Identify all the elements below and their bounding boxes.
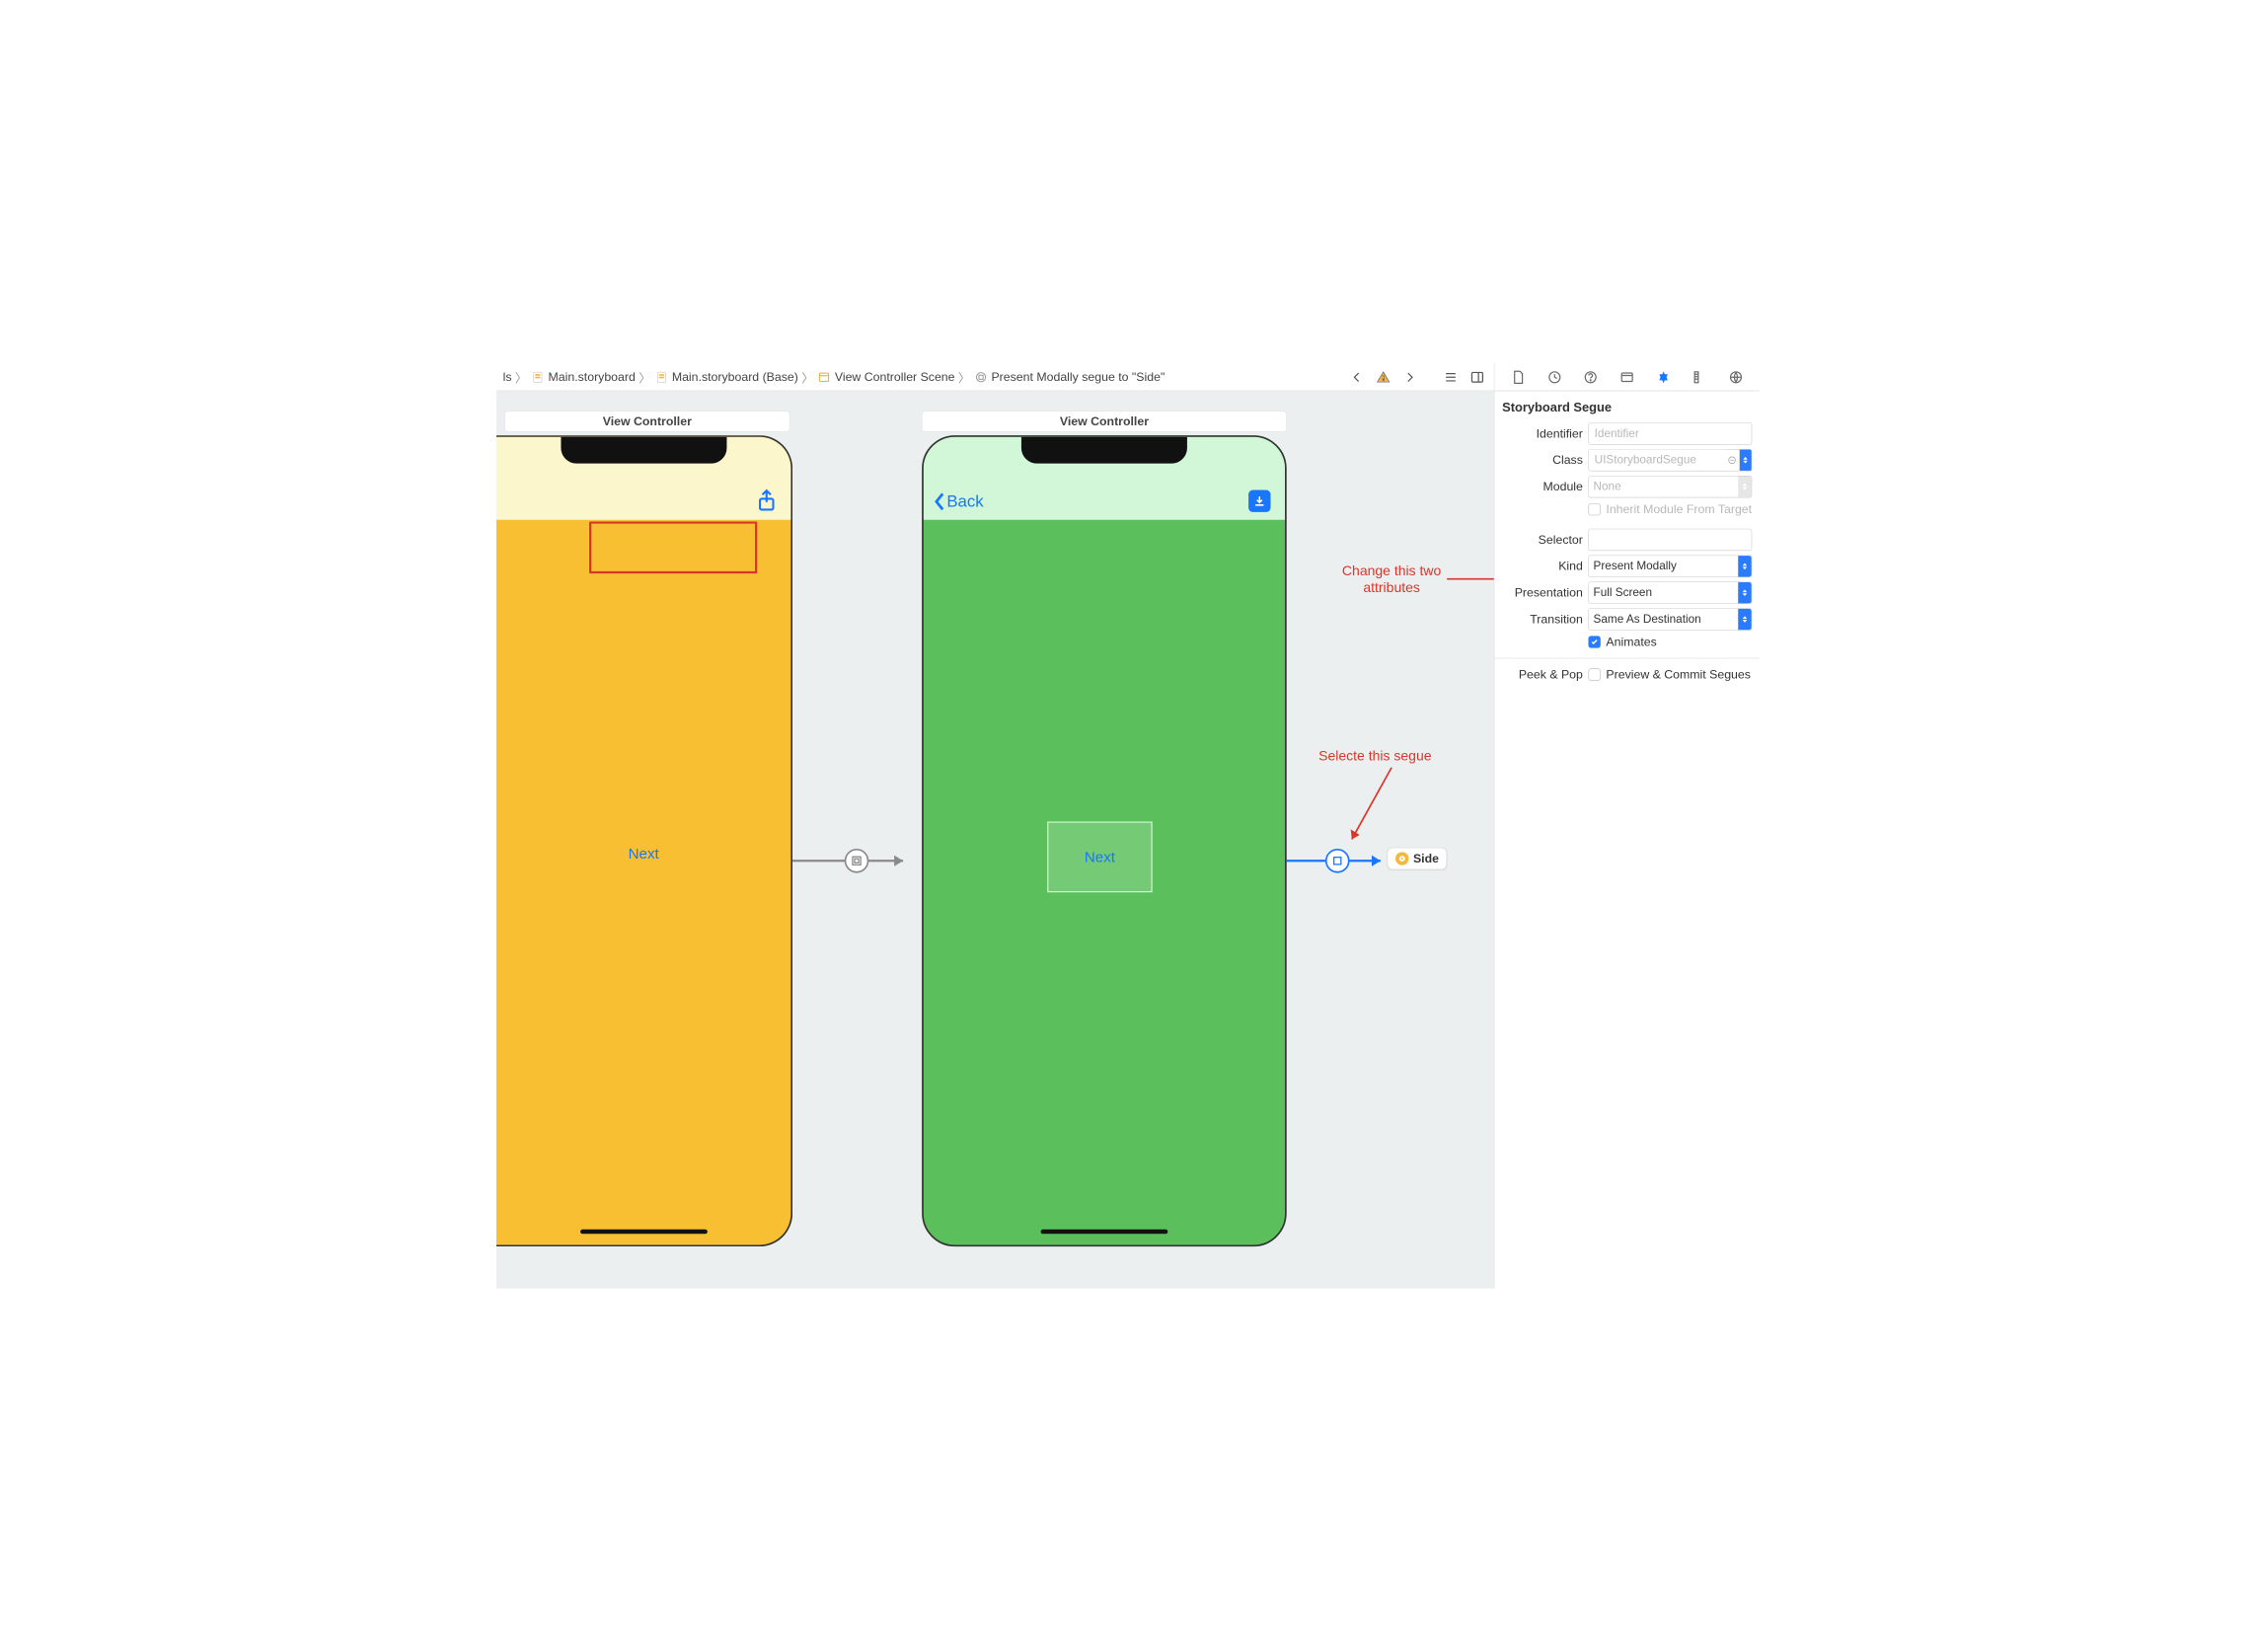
identifier-input[interactable] bbox=[1588, 422, 1752, 444]
next-button[interactable] bbox=[1400, 367, 1420, 387]
transition-select[interactable]: Same As Destination bbox=[1588, 608, 1752, 630]
inherit-module-checkbox: Inherit Module From Target bbox=[1588, 502, 1752, 517]
warning-icon[interactable] bbox=[1374, 367, 1393, 387]
module-select[interactable]: None bbox=[1588, 476, 1752, 497]
annotation-top: Change this two attributes bbox=[1331, 563, 1453, 597]
back-label: Back bbox=[946, 492, 983, 511]
inspector-panel: Storyboard Segue Identifier Class Module… bbox=[1494, 363, 1760, 1288]
inspector-tabs bbox=[1494, 363, 1760, 391]
breadcrumb-item[interactable]: ls bbox=[503, 370, 512, 385]
device-notch bbox=[1021, 437, 1187, 464]
next-button-label: Next bbox=[1085, 849, 1115, 865]
share-icon[interactable] bbox=[757, 488, 777, 513]
class-dropdown-button[interactable] bbox=[1739, 449, 1752, 471]
transition-label: Transition bbox=[1494, 612, 1583, 627]
breadcrumb-item[interactable]: View Controller Scene bbox=[835, 370, 955, 385]
identity-inspector-tab[interactable] bbox=[1617, 367, 1636, 386]
home-indicator bbox=[580, 1230, 708, 1234]
device-notch bbox=[561, 437, 726, 464]
animates-checkbox[interactable]: Animates bbox=[1588, 635, 1752, 649]
storyboard-file-icon bbox=[531, 370, 546, 385]
identifier-label: Identifier bbox=[1494, 426, 1583, 441]
chevron-right-icon: 〉 bbox=[801, 368, 813, 386]
side-label: Side bbox=[1413, 852, 1439, 866]
chevron-right-icon: 〉 bbox=[958, 368, 970, 386]
storyboard-canvas[interactable]: View Controller View Controller Next Bac… bbox=[496, 391, 1494, 1288]
outline-toggle-button[interactable] bbox=[1441, 367, 1461, 387]
selector-input[interactable] bbox=[1588, 529, 1752, 551]
presentation-select[interactable]: Full Screen bbox=[1588, 581, 1752, 603]
class-label: Class bbox=[1494, 453, 1583, 468]
selector-label: Selector bbox=[1494, 533, 1583, 548]
connections-inspector-tab[interactable] bbox=[1727, 367, 1746, 386]
class-clear-icon[interactable] bbox=[1725, 449, 1739, 471]
history-inspector-tab[interactable] bbox=[1545, 367, 1564, 386]
file-inspector-tab[interactable] bbox=[1509, 367, 1528, 386]
class-input[interactable] bbox=[1588, 449, 1725, 471]
annotation-bottom: Selecte this segue bbox=[1309, 747, 1441, 765]
view-controller-right[interactable]: Back Next bbox=[922, 435, 1287, 1246]
kind-label: Kind bbox=[1494, 560, 1583, 574]
attributes-inspector-tab[interactable] bbox=[1654, 367, 1673, 386]
breadcrumb-item[interactable]: Present Modally segue to "Side" bbox=[991, 370, 1165, 385]
chevron-right-icon: 〉 bbox=[515, 368, 527, 386]
prev-button[interactable] bbox=[1347, 367, 1367, 387]
home-indicator bbox=[1041, 1230, 1168, 1234]
container-view[interactable]: Next bbox=[1047, 822, 1152, 893]
adjust-editor-button[interactable] bbox=[1467, 367, 1487, 387]
module-label: Module bbox=[1494, 480, 1583, 494]
peek-pop-label: Peek & Pop bbox=[1494, 667, 1583, 682]
next-button-label[interactable]: Next bbox=[629, 845, 659, 862]
scene-title[interactable]: View Controller bbox=[922, 411, 1287, 431]
kind-select[interactable]: Present Modally bbox=[1588, 556, 1752, 577]
help-inspector-tab[interactable] bbox=[1581, 367, 1600, 386]
presentation-label: Presentation bbox=[1494, 585, 1583, 600]
scene-icon bbox=[817, 370, 832, 385]
peek-pop-checkbox[interactable]: Preview & Commit Segues bbox=[1588, 667, 1752, 682]
size-inspector-tab[interactable] bbox=[1691, 367, 1709, 386]
segue-node-show[interactable] bbox=[845, 849, 869, 873]
chevron-right-icon: 〉 bbox=[639, 368, 650, 386]
breadcrumb-item[interactable]: Main.storyboard bbox=[549, 370, 636, 385]
inspector-section-title: Storyboard Segue bbox=[1494, 397, 1760, 420]
breadcrumb-item[interactable]: Main.storyboard (Base) bbox=[672, 370, 798, 385]
view-controller-left[interactable]: Next bbox=[496, 435, 792, 1246]
breadcrumb[interactable]: ls 〉 Main.storyboard 〉 Main.storyboard (… bbox=[496, 363, 1494, 391]
segue-icon bbox=[974, 370, 989, 385]
back-button[interactable]: Back bbox=[934, 492, 984, 511]
storyboard-file-icon bbox=[654, 370, 669, 385]
scene-title[interactable]: View Controller bbox=[504, 411, 790, 431]
download-icon[interactable] bbox=[1248, 490, 1270, 512]
